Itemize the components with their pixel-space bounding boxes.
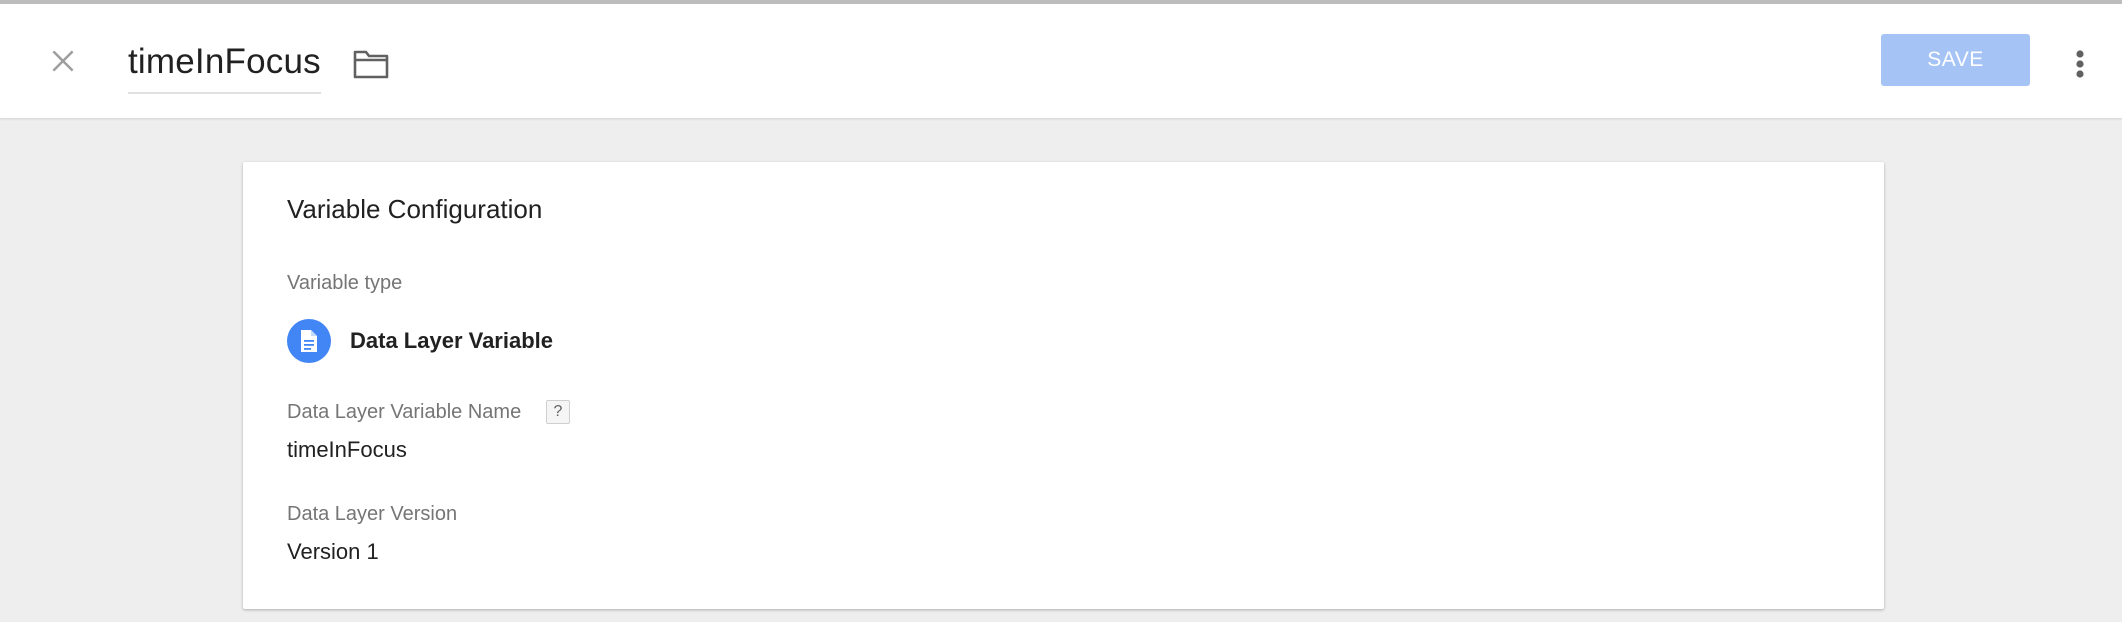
variable-configuration-card[interactable]: Variable Configuration Variable type Dat… <box>243 162 1884 609</box>
dlv-version-label: Data Layer Version <box>287 503 458 525</box>
editor-header: timeInFocus SAVE <box>0 4 2122 119</box>
close-icon <box>52 50 74 72</box>
dlv-name-value: timeInFocus <box>287 437 407 462</box>
document-icon <box>287 319 331 363</box>
folder-button[interactable] <box>350 44 392 84</box>
title-field[interactable]: timeInFocus <box>128 36 321 94</box>
more-vert-icon <box>2076 50 2084 78</box>
dlv-name-label: Data Layer Variable Name <box>287 401 522 423</box>
page-title: timeInFocus <box>128 42 321 81</box>
variable-type-label: Variable type <box>287 272 403 294</box>
variable-type-selector[interactable]: Data Layer Variable <box>287 318 553 364</box>
variable-type-value: Data Layer Variable <box>350 328 554 353</box>
folder-icon <box>353 50 389 79</box>
card-title: Variable Configuration <box>287 194 543 224</box>
dlv-version-value: Version 1 <box>287 539 379 564</box>
save-button[interactable]: SAVE <box>1881 34 2030 86</box>
help-icon[interactable]: ? <box>546 400 570 424</box>
close-button[interactable] <box>40 38 86 84</box>
more-options-button[interactable] <box>2060 42 2100 86</box>
